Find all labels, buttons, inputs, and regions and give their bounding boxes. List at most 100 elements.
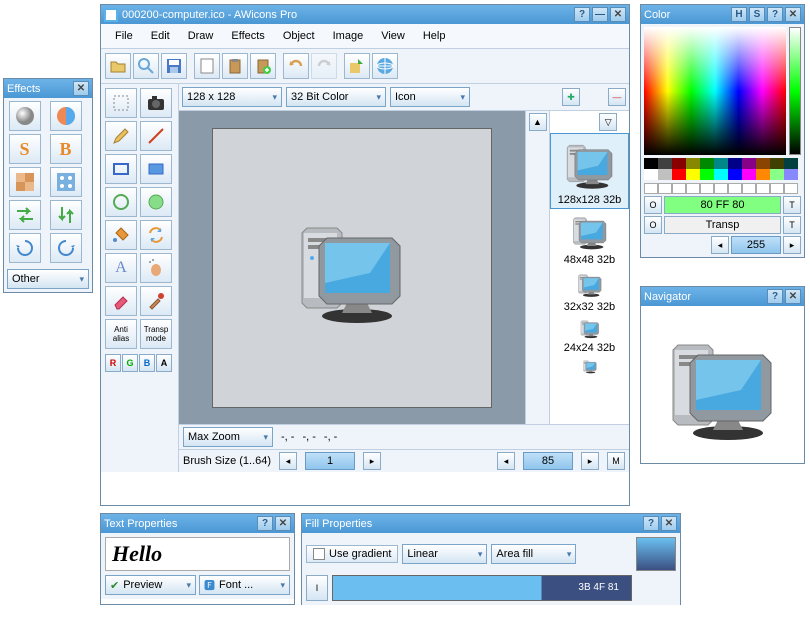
lightness-slider[interactable]: [789, 27, 801, 155]
effects-dropdown[interactable]: Other: [7, 269, 89, 289]
format-down-button[interactable]: ▽: [599, 113, 617, 131]
navigator-view[interactable]: [641, 306, 804, 463]
menu-draw[interactable]: Draw: [180, 27, 222, 45]
textprops-close[interactable]: ✕: [275, 516, 291, 531]
minimize-button[interactable]: —: [592, 7, 608, 22]
select-tool-icon[interactable]: [105, 88, 137, 118]
format-up-button[interactable]: ▲: [529, 113, 547, 131]
format-24[interactable]: 24x24 32b: [550, 315, 629, 356]
gradient-bar[interactable]: 3B 4F 81: [332, 575, 632, 601]
channel-b[interactable]: B: [139, 354, 155, 372]
fillprops-close[interactable]: ✕: [661, 516, 677, 531]
open-icon[interactable]: [105, 53, 131, 79]
gradient-i[interactable]: I: [306, 575, 328, 601]
zoom-dropdown[interactable]: Max Zoom: [183, 427, 273, 447]
effect-pattern-icon[interactable]: [50, 167, 82, 197]
eraser-tool-icon[interactable]: [105, 286, 137, 316]
bg-transp[interactable]: Transp: [664, 216, 781, 234]
fillprops-help[interactable]: ?: [643, 516, 659, 531]
navigator-close[interactable]: ✕: [785, 289, 801, 304]
antialias-toggle[interactable]: Anti alias: [105, 319, 137, 349]
spray-tool-icon[interactable]: [140, 253, 172, 283]
channel-a[interactable]: A: [156, 354, 172, 372]
menu-help[interactable]: Help: [415, 27, 454, 45]
effect-bold-icon[interactable]: B: [50, 134, 82, 164]
bg-t[interactable]: T: [783, 216, 801, 234]
type-dropdown[interactable]: Icon: [390, 87, 470, 107]
color-close-button[interactable]: ✕: [785, 7, 801, 22]
textprops-help[interactable]: ?: [257, 516, 273, 531]
effect-shadow-icon[interactable]: S: [9, 134, 41, 164]
new-doc-icon[interactable]: [194, 53, 220, 79]
channel-g[interactable]: G: [122, 354, 138, 372]
format-32[interactable]: 32x32 32b: [550, 268, 629, 315]
remove-format-button[interactable]: —: [608, 88, 626, 106]
rect-tool-icon[interactable]: [105, 154, 137, 184]
navigator-help[interactable]: ?: [767, 289, 783, 304]
circle-tool-icon[interactable]: [105, 187, 137, 217]
alpha-inc[interactable]: ▸: [783, 236, 801, 254]
text-tool-icon[interactable]: A: [105, 253, 137, 283]
clipboard-icon[interactable]: [222, 53, 248, 79]
save-icon[interactable]: [161, 53, 187, 79]
colordepth-dropdown[interactable]: 32 Bit Color: [286, 87, 386, 107]
fg-o[interactable]: O: [644, 196, 662, 214]
line-tool-icon[interactable]: [140, 121, 172, 151]
use-gradient-check[interactable]: Use gradient: [306, 545, 398, 563]
brush-inc[interactable]: ▸: [363, 452, 381, 470]
menu-view[interactable]: View: [373, 27, 413, 45]
effect-checker-icon[interactable]: [9, 167, 41, 197]
color-h-button[interactable]: H: [731, 7, 747, 22]
web-icon[interactable]: [372, 53, 398, 79]
replace-tool-icon[interactable]: [140, 220, 172, 250]
bg-o[interactable]: O: [644, 216, 662, 234]
format-more[interactable]: [550, 356, 629, 379]
format-48[interactable]: 48x48 32b: [550, 209, 629, 268]
fill-mode-dropdown[interactable]: Area fill: [491, 544, 576, 564]
close-button[interactable]: ✕: [610, 7, 626, 22]
swatch[interactable]: [644, 158, 658, 169]
gradient-type-dropdown[interactable]: Linear: [402, 544, 487, 564]
hscroll-left[interactable]: ◂: [497, 452, 515, 470]
effect-color-sphere-icon[interactable]: [50, 101, 82, 131]
menu-edit[interactable]: Edit: [143, 27, 178, 45]
transpmode-toggle[interactable]: Transp mode: [140, 319, 172, 349]
menu-object[interactable]: Object: [275, 27, 323, 45]
alpha-value[interactable]: 255: [731, 236, 781, 254]
hscroll-m[interactable]: M: [607, 452, 625, 470]
search-icon[interactable]: [133, 53, 159, 79]
channel-r[interactable]: R: [105, 354, 121, 372]
clipboard-add-icon[interactable]: [250, 53, 276, 79]
undo-icon[interactable]: [283, 53, 309, 79]
canvas[interactable]: [212, 128, 492, 408]
effect-rotate-left-icon[interactable]: [9, 233, 41, 263]
format-128[interactable]: 128x128 32b: [550, 133, 629, 209]
rect-fill-tool-icon[interactable]: [140, 154, 172, 184]
alpha-dec[interactable]: ◂: [711, 236, 729, 254]
fg-hex[interactable]: 80 FF 80: [664, 196, 781, 214]
size-dropdown[interactable]: 128 x 128: [182, 87, 282, 107]
preview-button[interactable]: ✔Preview: [105, 575, 196, 595]
effect-rotate-right-icon[interactable]: [50, 233, 82, 263]
help-button[interactable]: ?: [574, 7, 590, 22]
effects-close-icon[interactable]: ✕: [73, 81, 89, 96]
brush-value[interactable]: 1: [305, 452, 355, 470]
menu-effects[interactable]: Effects: [223, 27, 272, 45]
pencil-tool-icon[interactable]: [105, 121, 137, 151]
effect-swap-v-icon[interactable]: [50, 200, 82, 230]
effect-sphere-icon[interactable]: [9, 101, 41, 131]
effect-swap-h-icon[interactable]: [9, 200, 41, 230]
color-help-button[interactable]: ?: [767, 7, 783, 22]
add-format-button[interactable]: ✚: [562, 88, 580, 106]
color-picker[interactable]: [644, 27, 786, 155]
export-icon[interactable]: [344, 53, 370, 79]
hscroll-right[interactable]: ▸: [581, 452, 599, 470]
fg-t[interactable]: T: [783, 196, 801, 214]
camera-tool-icon[interactable]: [140, 88, 172, 118]
menu-image[interactable]: Image: [325, 27, 372, 45]
font-button[interactable]: 🅵Font ...: [199, 575, 290, 595]
redo-icon[interactable]: [311, 53, 337, 79]
circle-fill-tool-icon[interactable]: [140, 187, 172, 217]
bucket-tool-icon[interactable]: [105, 220, 137, 250]
hscroll-value[interactable]: 85: [523, 452, 573, 470]
